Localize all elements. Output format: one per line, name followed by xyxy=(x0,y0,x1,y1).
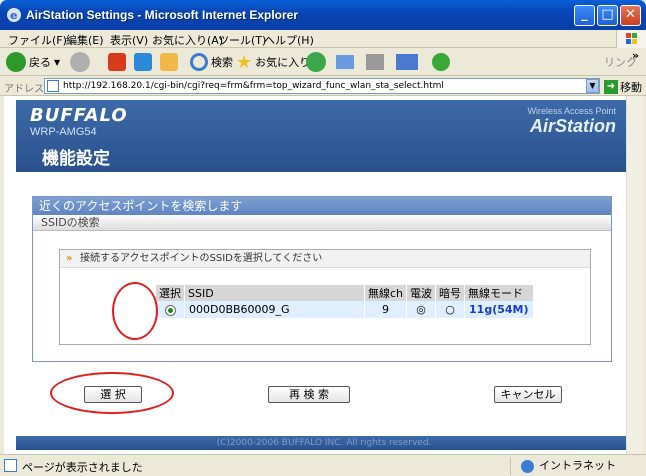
go-button[interactable]: ➜ 移動 xyxy=(604,79,642,95)
address-bar: アドレス(D) http://192.168.20.1/cgi-bin/cgi?… xyxy=(0,76,646,96)
close-button[interactable]: ✕ xyxy=(620,5,641,26)
instruction-text: 接続するアクセスポイントのSSIDを選択してください xyxy=(80,253,323,264)
ssid-radio[interactable] xyxy=(164,304,176,316)
menu-edit[interactable]: 編集(E) xyxy=(66,32,104,48)
mode-cell: 11g(54M) xyxy=(464,301,534,318)
mail-button[interactable] xyxy=(336,52,354,72)
status-text: ページが表示されました xyxy=(22,461,143,474)
messenger-button[interactable] xyxy=(432,52,450,72)
menu-help[interactable]: ヘルプ(H) xyxy=(264,32,314,48)
zone-label: イントラネット xyxy=(539,459,616,472)
highlight-circle-select-button xyxy=(50,372,174,414)
favorites-button[interactable]: ★ お気に入り xyxy=(236,51,311,73)
cancel-button[interactable]: キャンセル xyxy=(494,386,562,403)
header-channel: 無線ch xyxy=(364,285,408,301)
links-toolbar[interactable]: リンク » xyxy=(604,49,640,72)
home-icon xyxy=(160,53,178,71)
svg-text:e: e xyxy=(10,9,17,22)
ssid-cell: 000D0BB60009_G xyxy=(184,301,365,318)
header-signal: 電波 xyxy=(406,285,437,301)
channel-cell: 9 xyxy=(364,301,408,318)
star-icon: ★ xyxy=(236,51,253,73)
stop-icon xyxy=(108,53,126,71)
ie-icon: e xyxy=(6,7,22,23)
window-titlebar: e AirStation Settings - Microsoft Intern… xyxy=(0,0,646,30)
address-dropdown-icon[interactable]: ▼ xyxy=(586,79,599,93)
signal-cell: ◎ xyxy=(406,301,437,318)
menu-favorites[interactable]: お気に入り(A) xyxy=(152,32,223,48)
panel-title: 近くのアクセスポイントを検索します xyxy=(33,197,611,215)
highlight-circle-radio xyxy=(112,282,158,340)
go-label: 移動 xyxy=(620,81,642,94)
intranet-icon xyxy=(521,460,534,473)
messenger-icon xyxy=(432,53,450,71)
vertical-scrollbar[interactable] xyxy=(626,96,643,454)
select-cell[interactable] xyxy=(156,301,185,318)
back-label: 戻る xyxy=(29,56,51,69)
instruction-bar: » 接続するアクセスポイントのSSIDを選択してください xyxy=(60,250,590,268)
search-button[interactable]: 検索 xyxy=(190,52,233,72)
menu-view[interactable]: 表示(V) xyxy=(110,32,148,48)
history-button[interactable] xyxy=(306,52,326,72)
chevron-right-icon: » xyxy=(632,49,640,62)
status-bar: ページが表示されました イントラネット xyxy=(0,454,646,476)
router-banner: BUFFALO WRP-AMG54 Wireless Access Point … xyxy=(16,100,632,172)
stop-button[interactable] xyxy=(108,52,126,72)
menu-tools[interactable]: ツール(T) xyxy=(218,32,266,48)
header-encryption: 暗号 xyxy=(435,285,466,301)
toolbar: 戻る ▼ 検索 ★ お気に入り リンク » xyxy=(0,48,646,76)
favorites-label: お気に入り xyxy=(255,56,311,69)
history-icon xyxy=(306,52,326,72)
home-button[interactable] xyxy=(160,52,178,72)
menu-bar: ファイル(F) 編集(E) 表示(V) お気に入り(A) ツール(T) ヘルプ(… xyxy=(0,30,646,48)
address-input[interactable]: http://192.168.20.1/cgi-bin/cgi?req=frm&… xyxy=(44,78,600,94)
brand-logo: BUFFALO xyxy=(30,105,128,126)
header-mode: 無線モード xyxy=(464,285,534,301)
search-label: 検索 xyxy=(211,56,233,69)
menu-file[interactable]: ファイル(F) xyxy=(8,32,67,48)
refresh-button[interactable] xyxy=(134,52,152,72)
print-button[interactable] xyxy=(366,52,384,72)
table-row[interactable]: 000D0BB60009_G 9 ◎ ○ 11g(54M) xyxy=(156,301,534,318)
chevron-down-icon: ▼ xyxy=(54,57,61,67)
forward-arrow-icon xyxy=(70,52,90,72)
page-status-icon xyxy=(4,459,17,472)
edit-button[interactable] xyxy=(396,52,418,72)
page-icon xyxy=(47,80,59,92)
go-arrow-icon: ➜ xyxy=(604,80,618,94)
window-title: AirStation Settings - Microsoft Internet… xyxy=(26,8,299,22)
model-name: WRP-AMG54 xyxy=(30,126,97,138)
forward-button[interactable] xyxy=(70,52,90,72)
address-url: http://192.168.20.1/cgi-bin/cgi?req=frm&… xyxy=(63,81,444,91)
double-arrow-icon: » xyxy=(66,253,73,264)
back-arrow-icon xyxy=(6,52,26,72)
product-logo: AirStation xyxy=(529,116,616,136)
encryption-cell: ○ xyxy=(435,301,466,318)
product-tagline: Wireless Access Point xyxy=(527,106,616,116)
ap-table: 選択 SSID 無線ch 電波 暗号 無線モード 000D0BB60009_G … xyxy=(156,285,534,318)
maximize-button[interactable]: □ xyxy=(597,5,618,26)
print-icon xyxy=(366,54,384,70)
refresh-icon xyxy=(134,53,152,71)
rescan-button[interactable]: 再 検 索 xyxy=(268,386,350,403)
minimize-button[interactable]: _ xyxy=(574,5,595,26)
ssid-search-panel: 近くのアクセスポイントを検索します SSIDの検索 » 接続するアクセスポイント… xyxy=(32,196,612,362)
copyright-footer: (C)2000-2006 BUFFALO INC. All rights res… xyxy=(16,436,632,450)
security-zone: イントラネット xyxy=(510,457,644,475)
mail-icon xyxy=(336,55,354,69)
header-ssid: SSID xyxy=(184,285,365,301)
page-title: 機能設定 xyxy=(42,149,110,169)
windows-logo-icon xyxy=(616,30,646,48)
header-select: 選択 xyxy=(156,285,185,301)
search-icon xyxy=(190,53,208,71)
edit-icon xyxy=(396,54,418,70)
panel-subtitle: SSIDの検索 xyxy=(33,215,611,231)
table-header-row: 選択 SSID 無線ch 電波 暗号 無線モード xyxy=(156,285,534,301)
back-button[interactable]: 戻る ▼ xyxy=(6,52,60,72)
